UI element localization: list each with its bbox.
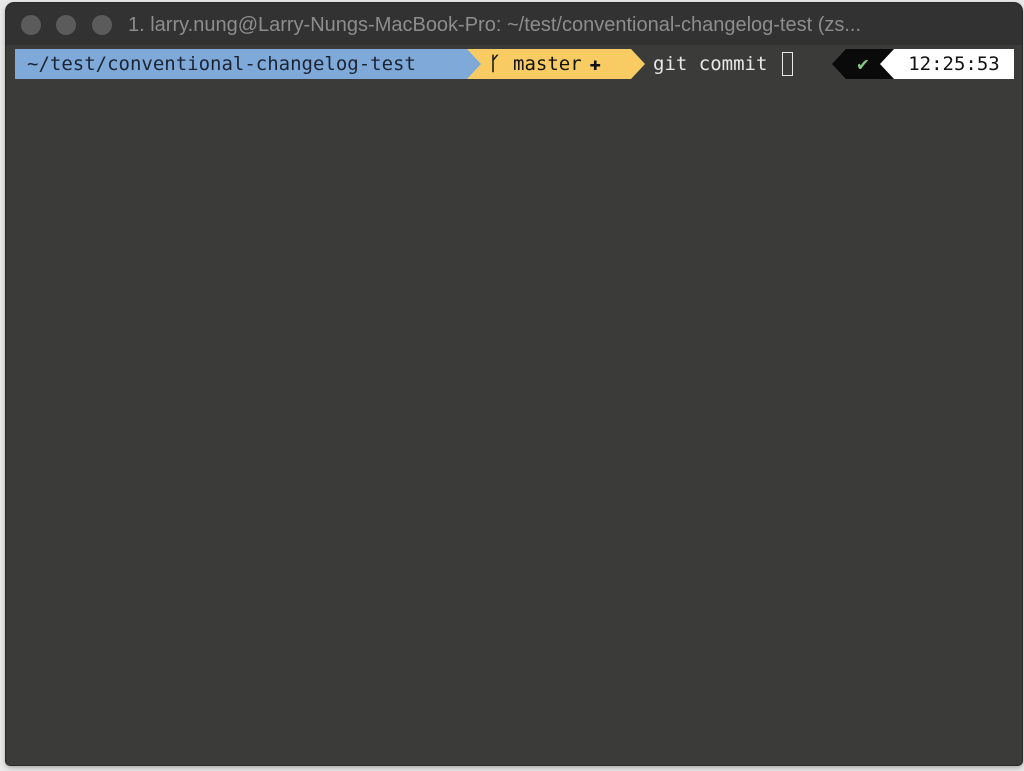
- minimize-window-button[interactable]: [56, 15, 76, 35]
- prompt-time: 12:25:53: [894, 49, 1014, 79]
- window-title: 1. larry.nung@Larry-Nungs-MacBook-Pro: ~…: [128, 14, 862, 36]
- segment-separator-arrow: [832, 49, 846, 79]
- segment-separator-arrow: [467, 49, 481, 79]
- close-window-button[interactable]: [21, 15, 41, 35]
- prompt-line: ~/test/conventional-changelog-test ᚴ mast…: [15, 49, 1015, 79]
- check-icon: ✔: [846, 49, 880, 79]
- terminal-window: 1. larry.nung@Larry-Nungs-MacBook-Pro: ~…: [6, 3, 1022, 765]
- segment-separator-arrow: [631, 49, 645, 79]
- zoom-window-button[interactable]: [92, 15, 112, 35]
- branch-name: master: [513, 53, 582, 75]
- branch-icon: ᚴ: [489, 53, 501, 75]
- prompt-directory-segment: ~/test/conventional-changelog-test: [15, 49, 467, 79]
- title-bar[interactable]: 1. larry.nung@Larry-Nungs-MacBook-Pro: ~…: [6, 3, 1022, 45]
- text-cursor: [782, 52, 793, 76]
- command-input[interactable]: git commit: [653, 49, 767, 79]
- terminal-content[interactable]: ~/test/conventional-changelog-test ᚴ mast…: [6, 45, 1022, 765]
- prompt-git-segment: ᚴ master ✚: [481, 49, 631, 79]
- segment-separator-arrow: [880, 49, 894, 79]
- plus-icon: ✚: [589, 53, 602, 75]
